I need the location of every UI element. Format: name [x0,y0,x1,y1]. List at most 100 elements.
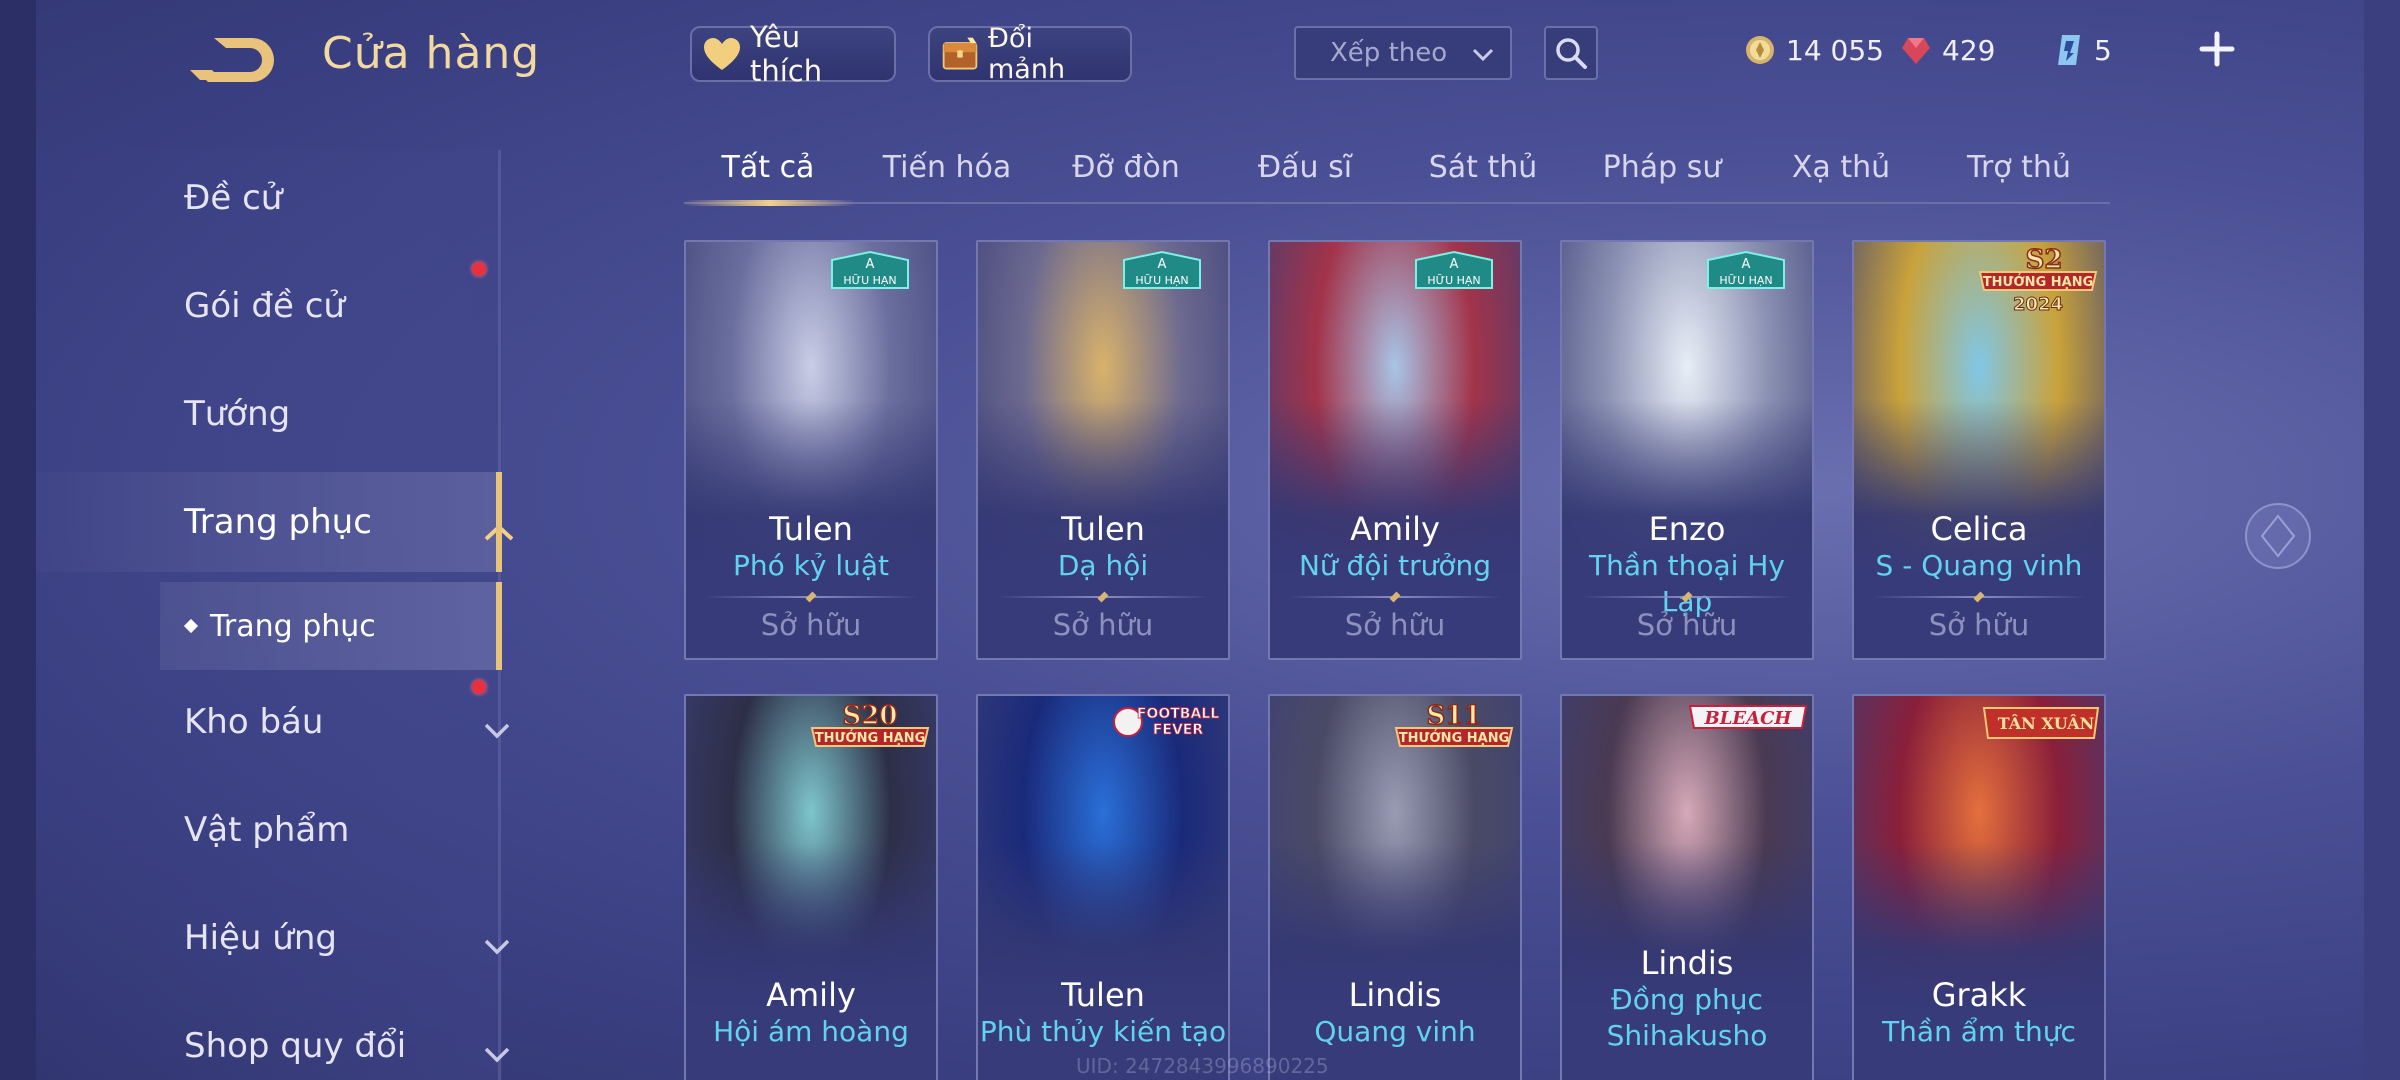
card-divider [1872,591,2086,603]
chevron-down-icon [482,1034,512,1074]
sidebar-item-items[interactable]: Vật phẩm [36,780,502,880]
skin-name: Nữ đội trưởng [1298,549,1492,582]
sidebar-item-treasure[interactable]: Kho báu [36,672,510,772]
sidebar-item-featured-packs[interactable]: Gói đề cử [36,256,502,356]
active-tab-indicator [684,200,856,206]
limited-badge: A HỮU HẠN [1123,250,1201,289]
right-edge [2364,0,2400,1080]
hero-name: Tulen [1061,976,1145,1014]
tab-support[interactable]: Trợ thủ [1967,150,2071,185]
fragment-label: Đổi mảnh [988,23,1066,85]
skin-card[interactable]: TÂN XUÂN Grakk Thần ẩm thực [1852,694,2106,1080]
gold-amount: 14 055 [1786,33,1884,67]
add-currency-button[interactable] [2196,28,2238,70]
search-icon [1556,38,1587,69]
back-arrow-icon [190,38,274,82]
back-button[interactable] [186,30,278,90]
owned-status: Sở hữu [1928,608,2030,642]
chevron-down-icon [482,710,512,750]
heart-icon [702,34,742,74]
sidebar-item-featured[interactable]: Đề cử [36,148,502,248]
limited-badge: A HỮU HẠN [831,250,909,289]
favorite-button[interactable]: Yêu thích [690,20,896,88]
badge-text: BLEACH [1704,708,1793,729]
sidebar-item-label: Trang phục [184,502,372,542]
skin-card[interactable]: A HỮU HẠN Tulen Dạ hội Sở hữu [976,240,1230,660]
badge-text: HỮU HẠN [1719,274,1772,287]
badge-text: THƯỞNG HẠNG [815,729,926,746]
badge-text: FOOTBALL [1137,706,1219,722]
gold-coin-icon [1746,36,1774,64]
hero-name: Enzo [1648,510,1726,548]
sort-placeholder: Xếp theo [1330,38,1448,68]
ruby-amount: 429 [1942,33,1996,67]
sidebar-item-label: Hiệu ứng [184,918,337,958]
sidebar-subitem-label: Trang phục [210,608,376,644]
sort-dropdown[interactable]: Xếp theo [1294,26,1512,80]
event-badge: FOOTBALL FEVER [1113,706,1220,738]
tab-fighter[interactable]: Đấu sĩ [1258,150,1352,185]
fragment-exchange-button[interactable]: Đổi mảnh [928,23,1132,85]
skin-card[interactable]: A HỮU HẠN Enzo Thần thoại Hy Lạp Sở hữu [1560,240,1814,660]
badge-text: THƯỞNG HẠNG [1399,729,1510,746]
skin-card[interactable]: S20 THƯỞNG HẠNG Amily Hội ám hoàng [684,694,938,1080]
skin-card[interactable]: FOOTBALL FEVER Tulen Phù thủy kiến tạo [976,694,1230,1080]
owned-status: Sở hữu [1052,608,1154,642]
skin-name: Phó kỷ luật [732,549,889,582]
tab-assassin[interactable]: Sát thủ [1429,150,1538,185]
tab-marksman[interactable]: Xạ thủ [1792,150,1890,185]
sidebar-item-label: Tướng [184,394,291,434]
sidebar-item-skins[interactable]: Trang phục [36,472,514,572]
badge-season: S2 [2026,245,2063,275]
notification-dot [472,262,486,276]
hero-name: Tulen [1061,510,1145,548]
season-rank-badge: S2 THƯỞNG HẠNG 2024 [1978,244,2098,316]
skin-card[interactable]: S2 THƯỞNG HẠNG 2024 Celica S - Quang vin… [1852,240,2106,660]
tab-mage[interactable]: Pháp sư [1603,150,1722,185]
tab-evolution[interactable]: Tiến hóa [883,150,1012,185]
badge-letter: A [1450,257,1459,272]
chevron-down-icon [1470,42,1496,75]
skin-card[interactable]: S11 THƯỞNG HẠNG Lindis Quang vinh [1268,694,1522,1080]
badge-season: S20 [843,701,898,731]
skin-card[interactable]: A HỮU HẠN Amily Nữ đội trưởng Sở hữu [1268,240,1522,660]
favorite-label: Yêu thích [750,20,823,88]
floating-emblem-icon[interactable] [2242,500,2314,572]
tab-tank[interactable]: Đỡ đòn [1072,150,1180,185]
season-rank-badge: S11 THƯỞNG HẠNG [1394,700,1514,747]
sidebar-subitem-skins[interactable]: Trang phục [160,582,502,670]
skin-card[interactable]: A HỮU HẠN Tulen Phó kỷ luật Sở hữu [684,240,938,660]
card-divider [1288,591,1502,603]
hero-name: Lindis [1640,944,1734,982]
skin-name: Dạ hội [1057,549,1149,582]
sidebar-item-effects[interactable]: Hiệu ứng [36,888,510,988]
badge-text: FEVER [1153,722,1204,738]
hero-name: Amily [1350,510,1440,548]
badge-text: HỮU HẠN [1427,274,1480,287]
limited-badge: A HỮU HẠN [1415,250,1493,289]
diamond-bullet-icon [183,618,199,634]
badge-text: TÂN XUÂN [1998,713,2095,733]
skin-name: Phù thủy kiến tạo [979,1015,1227,1048]
badge-text: HỮU HẠN [1135,274,1188,287]
ruby-gem-icon [1902,38,1930,64]
tab-all[interactable]: Tất cả [722,150,815,185]
shop-screen: Cửa hàng Yêu thích Đổi mảnh Xếp theo 14 … [0,0,2400,1080]
search-button[interactable] [1544,26,1598,80]
ruby-balance: 429 [1900,26,1995,74]
skin-card[interactable]: BLEACH Lindis Đồng phục Shihakusho [1560,694,1814,1080]
hero-name: Tulen [769,510,853,548]
badge-text: THƯỞNG HẠNG [1983,273,2094,290]
skin-name: Hội ám hoàng [713,1015,909,1048]
skin-name: S - Quang vinh [1875,549,2083,582]
badge-text: HỮU HẠN [843,274,896,287]
role-tab-bar: Tất cả Tiến hóa Đỡ đòn Đấu sĩ Sát thủ Ph… [684,140,2110,204]
left-edge [0,0,36,1080]
sidebar-item-exchange-shop[interactable]: Shop quy đổi [36,996,510,1080]
card-divider [704,591,918,603]
card-divider [996,591,1210,603]
sidebar-item-heroes[interactable]: Tướng [36,364,502,464]
badge-letter: A [1158,257,1167,272]
voucher-crystal-icon [2058,35,2080,65]
skin-name: Đồng phục Shihakusho [1606,983,1768,1052]
